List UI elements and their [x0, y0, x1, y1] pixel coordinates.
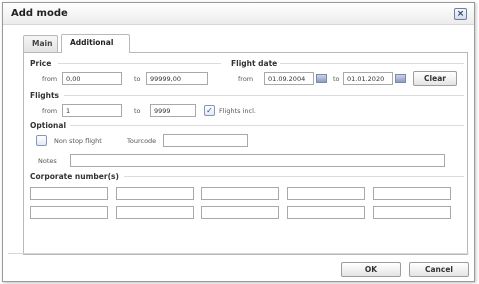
corporate-number-input[interactable]: [373, 206, 451, 219]
dialog-title: Add mode: [11, 8, 68, 19]
flight-date-section-title: Flight date: [231, 59, 278, 68]
cancel-button[interactable]: Cancel: [409, 262, 469, 277]
corporate-number-input[interactable]: [30, 187, 108, 200]
tourcode-label: Tourcode: [127, 137, 157, 145]
flights-incl-label: Flights incl.: [219, 107, 256, 115]
corporate-number-input[interactable]: [287, 206, 365, 219]
flights-incl-checkbox[interactable]: ✓: [204, 105, 215, 116]
corporate-number-input[interactable]: [201, 187, 279, 200]
price-from-input[interactable]: 0,00: [62, 72, 122, 85]
price-section-title: Price: [30, 59, 52, 68]
flight-date-to-input[interactable]: 01.01.2020: [343, 72, 393, 85]
price-to-input[interactable]: 99999,00: [146, 72, 208, 85]
tab-additional[interactable]: Additional: [61, 34, 130, 53]
flights-section-title: Flights: [30, 91, 60, 100]
price-divider: [58, 63, 221, 64]
flights-from-input[interactable]: 1: [62, 104, 122, 117]
flights-divider: [64, 95, 464, 96]
flight-date-from-input[interactable]: 01.09.2004: [264, 72, 314, 85]
tourcode-input[interactable]: [163, 134, 248, 147]
corporate-number-input[interactable]: [201, 206, 279, 219]
non-stop-checkbox[interactable]: [36, 135, 47, 146]
notes-input[interactable]: [70, 154, 445, 167]
clear-button[interactable]: Clear: [413, 71, 457, 86]
add-mode-dialog: Add mode × Main Additional Price from 0,…: [2, 2, 475, 282]
flights-to-input[interactable]: 9999: [150, 104, 196, 117]
corporate-number-input[interactable]: [30, 206, 108, 219]
corporate-divider: [124, 176, 464, 177]
notes-label: Notes: [38, 157, 57, 165]
flights-from-label: from: [42, 107, 58, 115]
price-from-label: from: [42, 75, 58, 83]
optional-section-title: Optional: [30, 121, 67, 130]
flight-date-from-label: from: [238, 75, 254, 83]
corporate-number-input[interactable]: [116, 206, 194, 219]
corporate-section-title: Corporate number(s): [30, 172, 119, 181]
dialog-body: Main Additional Price from 0,00 to 99999…: [10, 31, 469, 255]
non-stop-label: Non stop flight: [54, 137, 102, 145]
flights-to-label: to: [134, 107, 141, 115]
tab-main[interactable]: Main: [23, 35, 58, 52]
calendar-icon[interactable]: [395, 74, 406, 83]
ok-button[interactable]: OK: [341, 262, 401, 277]
dialog-titlebar[interactable]: Add mode ×: [3, 3, 474, 25]
corporate-number-input[interactable]: [287, 187, 365, 200]
corporate-number-input[interactable]: [116, 187, 194, 200]
flight-date-to-label: to: [333, 75, 340, 83]
calendar-icon[interactable]: [316, 74, 327, 83]
price-to-label: to: [134, 75, 141, 83]
optional-divider: [70, 125, 464, 126]
tab-panel-additional: Price from 0,00 to 99999,00 Flight date …: [23, 52, 468, 255]
corporate-number-input[interactable]: [373, 187, 451, 200]
footer-divider: [8, 253, 469, 254]
flight-date-divider: [280, 63, 464, 64]
close-icon[interactable]: ×: [454, 8, 467, 20]
